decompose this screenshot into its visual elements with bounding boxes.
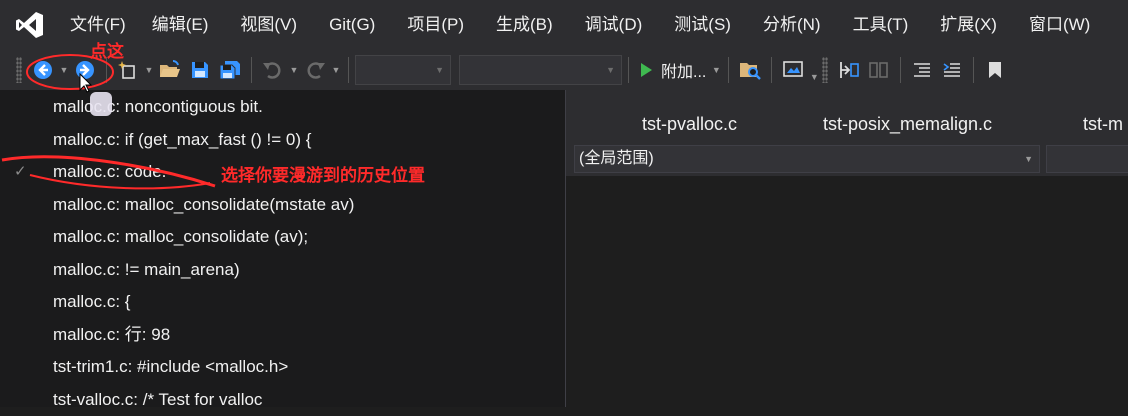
- step-over-icon[interactable]: [866, 56, 892, 84]
- history-item[interactable]: malloc.c: if (get_max_fast () != 0) {: [0, 124, 565, 156]
- undo-dropdown-caret[interactable]: ▼: [288, 56, 300, 84]
- history-item-label: malloc.c: code.: [53, 162, 167, 181]
- menu-item-5[interactable]: 生成(B): [486, 0, 563, 50]
- history-item-label: malloc.c: noncontiguous bit.: [53, 97, 263, 116]
- history-item[interactable]: malloc.c: noncontiguous bit.: [0, 91, 565, 123]
- navigate-back-icon[interactable]: [30, 56, 56, 84]
- open-file-icon[interactable]: [157, 56, 183, 84]
- toolbar-grip[interactable]: [16, 57, 22, 83]
- scope-dropdown-value: (全局范围): [579, 150, 654, 167]
- history-item-label: tst-valloc.c: /* Test for valloc: [53, 389, 263, 409]
- redo-icon[interactable]: [302, 56, 328, 84]
- history-item-label: malloc.c: 行: 98: [53, 324, 171, 344]
- attach-dropdown-caret[interactable]: ▼: [710, 56, 722, 84]
- tab-tst-m[interactable]: tst-m: [1083, 114, 1123, 135]
- toolbar-grip[interactable]: [822, 57, 829, 83]
- history-item[interactable]: malloc.c: malloc_consolidate (av);: [0, 221, 565, 253]
- step-into-icon[interactable]: [836, 56, 862, 84]
- checkmark-icon: ✓: [14, 163, 27, 180]
- comment-lines-icon[interactable]: [909, 56, 935, 84]
- menu-item-6[interactable]: 调试(D): [575, 0, 653, 50]
- menu-bar: 文件(F) 编辑(E) 视图(V) Git(G) 项目(P) 生成(B) 调试(D) 测试(S…: [0, 0, 1128, 50]
- new-project-dropdown-caret[interactable]: ▼: [143, 56, 155, 84]
- bookmark-icon[interactable]: [982, 56, 1008, 84]
- history-item[interactable]: malloc.c: {: [0, 286, 565, 318]
- menu-item-10[interactable]: 扩展(X): [930, 0, 1007, 50]
- attach-button[interactable]: 附加...: [635, 56, 710, 84]
- tab-tst-pvalloc[interactable]: tst-pvalloc.c: [642, 114, 737, 135]
- solution-configuration-combo[interactable]: ▼: [355, 55, 451, 85]
- navigation-bar: (全局范围) ▼: [566, 142, 1128, 176]
- toolbar-separator: [728, 57, 730, 83]
- annotation-select-history: 选择你要漫游到的历史位置: [221, 166, 425, 186]
- uncomment-lines-icon[interactable]: [939, 56, 965, 84]
- history-item-label: malloc.c: {: [53, 292, 131, 311]
- menu-item-9[interactable]: 工具(T): [843, 0, 919, 50]
- solution-platform-combo[interactable]: ▼: [459, 55, 622, 85]
- history-item[interactable]: malloc.c: malloc_consolidate(mstate av): [0, 189, 565, 221]
- menu-item-7[interactable]: 测试(S): [664, 0, 741, 50]
- toolbar-separator: [900, 57, 902, 83]
- menu-item-4[interactable]: 项目(P): [397, 0, 474, 50]
- history-item-label: malloc.c: != main_arena): [53, 259, 240, 279]
- history-item[interactable]: malloc.c: != main_arena): [0, 254, 565, 286]
- screen-layout-icon[interactable]: [780, 56, 806, 84]
- chevron-down-icon: ▼: [1024, 154, 1033, 164]
- attach-button-label: 附加...: [661, 64, 707, 81]
- menu-item-1[interactable]: 编辑(E): [142, 0, 219, 50]
- toolbar-separator: [628, 57, 629, 83]
- history-item-label: tst-trim1.c: #include <malloc.h>: [53, 357, 289, 376]
- undo-icon[interactable]: [260, 56, 286, 84]
- toolbar-separator: [973, 57, 975, 83]
- history-item[interactable]: tst-trim1.c: #include <malloc.h>: [0, 351, 565, 383]
- history-item[interactable]: malloc.c: 行: 98: [0, 319, 565, 351]
- code-editor[interactable]: [566, 176, 1128, 407]
- toolbar-separator: [348, 57, 349, 83]
- navigation-history-dropdown: malloc.c: noncontiguous bit. malloc.c: if…: [0, 90, 566, 409]
- annotation-sticker-icon: [90, 92, 112, 116]
- history-item-label: malloc.c: malloc_consolidate(mstate av): [53, 194, 355, 214]
- history-item[interactable]: tst-valloc.c: /* Test for valloc: [0, 384, 565, 416]
- scope-dropdown[interactable]: (全局范围) ▼: [574, 145, 1040, 173]
- toolbar-separator: [771, 57, 773, 83]
- navigate-back-dropdown-caret[interactable]: ▼: [58, 56, 70, 84]
- find-in-files-icon[interactable]: [737, 56, 763, 84]
- tab-tst-posix-memalign[interactable]: tst-posix_memalign.c: [823, 114, 992, 135]
- annotation-click-here: 点这: [90, 42, 124, 62]
- start-icon: [641, 63, 652, 77]
- save-all-icon[interactable]: [217, 56, 243, 84]
- history-item-label: malloc.c: malloc_consolidate (av);: [53, 227, 309, 246]
- menu-item-2[interactable]: 视图(V): [230, 0, 307, 50]
- redo-dropdown-caret[interactable]: ▼: [330, 56, 342, 84]
- save-icon[interactable]: [187, 56, 213, 84]
- standard-toolbar: ▼ ▼ ▼ ▼ ▼ ▼ 附加... ▼ ▼: [0, 50, 1128, 90]
- history-item-label: malloc.c: if (get_max_fast () != 0) {: [53, 129, 312, 149]
- document-tab-strip: tst-pvalloc.c tst-posix_memalign.c tst-m: [566, 90, 1128, 142]
- menu-item-8[interactable]: 分析(N): [753, 0, 831, 50]
- menu-item-3[interactable]: Git(G): [319, 0, 385, 50]
- toolbar-separator: [251, 57, 252, 83]
- toolbar-overflow-caret[interactable]: ▼: [808, 54, 820, 86]
- member-dropdown[interactable]: [1046, 145, 1128, 173]
- menu-item-11[interactable]: 窗口(W): [1019, 0, 1100, 50]
- visual-studio-logo[interactable]: [0, 0, 60, 50]
